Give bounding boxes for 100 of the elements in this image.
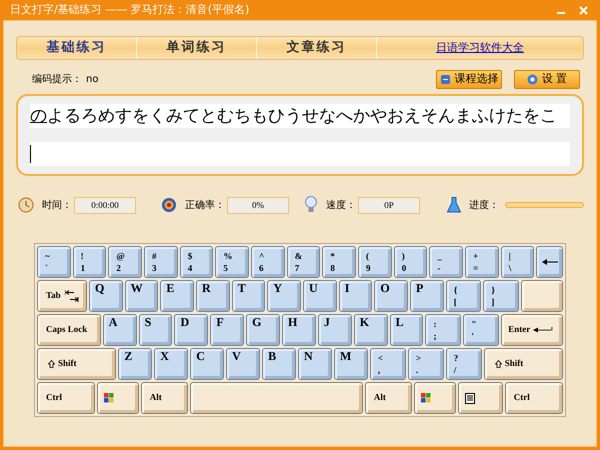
symbol-key[interactable]: ) 0 [394,246,428,278]
key-shift-symbol: { [454,284,458,296]
alt-key[interactable]: Alt [364,382,412,414]
course-select-button[interactable]: 课程选择 [436,70,502,88]
stat-value: 0P [358,196,420,214]
symbol-key[interactable]: ! 1 [72,246,106,278]
letter-key[interactable]: W [124,280,158,312]
letter-key[interactable]: O [374,280,408,312]
symbol-key[interactable]: > . [408,348,444,380]
symbol-key[interactable]: : ; [425,314,462,346]
symbol-key[interactable]: _ - [429,246,464,278]
key-symbol: \ [508,262,512,274]
windows-key[interactable] [97,382,139,414]
shift-key[interactable]: Shift [484,348,564,380]
windows-flag-icon [104,393,114,403]
backspace-key[interactable] [536,246,564,278]
letter-key[interactable]: Z [118,348,152,380]
letter-key[interactable]: L [390,314,424,346]
key-symbol: 2 [116,262,122,274]
key-shift-symbol: ^ [259,250,266,262]
letter-key[interactable]: K [354,314,388,346]
typing-input[interactable] [30,142,570,166]
letter-key[interactable]: M [334,348,368,380]
key-shift-symbol: } [491,284,496,296]
key-symbol: ] [491,296,496,308]
caps-lock-key[interactable]: Caps Lock [37,314,101,346]
tab-key[interactable]: Tab [37,280,87,312]
symbol-key[interactable]: * 8 [322,246,356,278]
key-shift-symbol: % [223,250,234,262]
lightbulb-icon [304,196,318,214]
enter-key[interactable]: Enter [501,314,563,346]
letter-key[interactable]: Q [89,280,123,312]
symbol-key[interactable]: % 5 [215,246,250,278]
letter-key[interactable]: T [232,280,266,312]
tab[interactable]: 文章练习 [257,37,377,59]
letter-key[interactable]: E [160,280,194,312]
symbol-key[interactable]: ~ ` [37,246,71,278]
space-key[interactable] [190,382,363,414]
windows-key[interactable] [414,382,456,414]
symbol-key[interactable]: } ] [483,280,520,312]
letter-key[interactable]: D [174,314,208,346]
progress-label: 进度： [469,198,499,212]
letter-key[interactable]: U [303,280,337,312]
letter-key[interactable]: I [338,280,372,312]
symbol-key[interactable]: " ' [463,314,500,346]
shift-arrow-icon [494,360,502,368]
tab-arrows-icon [64,289,79,303]
hint-label: 编码提示： [32,72,82,86]
letter-key[interactable]: R [196,280,230,312]
key-symbol: 1 [80,262,86,274]
letter-key[interactable]: S [138,314,172,346]
window-title: 日文打字/基础练习 —— 罗马打法：清音(平假名) [10,2,250,18]
symbol-key[interactable]: ? / [446,348,482,380]
menu-icon [464,392,475,404]
letter-key[interactable]: A [102,314,137,346]
ctrl-key[interactable]: Ctrl [37,382,96,414]
symbol-key[interactable]: & 7 [286,246,320,278]
shift-key[interactable]: Shift [37,348,116,380]
enter-key-top[interactable] [521,280,564,312]
tab[interactable]: 单词练习 [137,37,257,59]
symbol-key[interactable]: # 3 [144,246,178,278]
letter-key[interactable]: H [282,314,316,346]
key-shift-symbol: $ [188,250,194,262]
letter-key[interactable]: B [262,348,296,380]
letter-key[interactable]: F [210,314,244,346]
settings-button[interactable]: 设 置 [514,70,580,88]
letter-key[interactable]: V [226,348,260,380]
flask-icon [447,197,461,213]
key-symbol: . [416,364,420,376]
symbol-key[interactable]: { [ [446,280,482,312]
alt-key[interactable]: Alt [140,382,188,414]
symbol-key[interactable]: @ 2 [108,246,142,278]
menu-key[interactable] [458,382,503,414]
key-shift-symbol: * [330,250,336,262]
key-symbol: [ [454,296,458,308]
key-symbol: 5 [223,262,229,274]
key-shift-symbol: ( [366,250,370,262]
letter-key[interactable]: P [410,280,444,312]
key-symbol: 3 [152,262,158,274]
text-cursor [30,145,31,163]
stat-value: 0:00:00 [74,196,136,214]
letter-key[interactable]: G [246,314,280,346]
symbol-key[interactable]: ( 9 [358,246,392,278]
key-shift-symbol: " [471,318,478,330]
key-label: Tab [46,289,61,302]
letter-key[interactable]: X [154,348,188,380]
software-link[interactable]: 日语学习软件大全 [436,40,524,56]
key-shift-symbol: _ [437,250,443,262]
symbol-key[interactable]: $ 4 [180,246,214,278]
symbol-key[interactable]: ^ 6 [251,246,285,278]
letter-key[interactable]: N [298,348,332,380]
letter-key[interactable]: J [318,314,352,346]
key-shift-symbol: < [378,352,384,364]
letter-key[interactable]: C [190,348,224,380]
symbol-key[interactable]: + = [465,246,499,278]
letter-key[interactable]: Y [267,280,302,312]
tab[interactable]: 基础练习 [17,37,137,59]
symbol-key[interactable]: < , [370,348,406,380]
ctrl-key[interactable]: Ctrl [504,382,564,414]
symbol-key[interactable]: | \ [500,246,534,278]
